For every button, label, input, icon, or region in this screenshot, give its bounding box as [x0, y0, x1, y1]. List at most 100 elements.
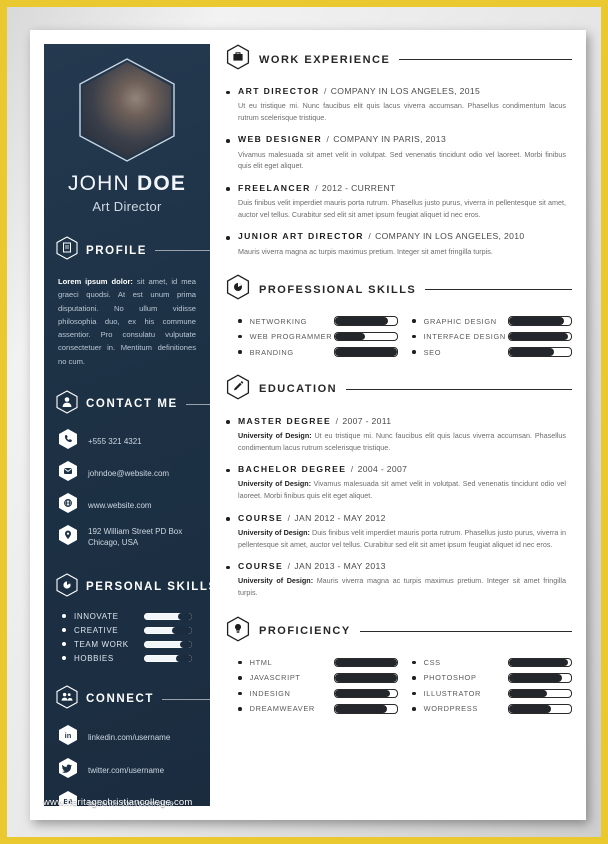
bullet-icon	[238, 660, 242, 665]
chart-icon	[56, 573, 78, 602]
phone-icon	[58, 428, 78, 455]
contact-item[interactable]: johndoe@website.com	[58, 461, 210, 487]
bullet-icon	[412, 334, 416, 339]
bullet-icon	[238, 676, 242, 680]
section-rule	[399, 58, 572, 61]
bullet-icon	[62, 628, 66, 633]
proficiency-progress-fill	[335, 705, 388, 713]
twitter-icon	[58, 757, 78, 784]
skill-progress-bar	[508, 347, 572, 357]
education-school: University of Design:	[238, 430, 312, 440]
bullet-icon	[62, 642, 66, 647]
education-entry: MASTER DEGREE / 2007 - 2011 University o…	[226, 416, 572, 453]
section-title-professional-skills: PROFESSIONAL SKILLS	[259, 283, 417, 296]
watermark: www.heritagechristiancollege.com	[43, 797, 193, 808]
section-title-profile: PROFILE	[86, 244, 148, 257]
professional-skill-item: GRAPHIC DESIGN	[412, 316, 572, 326]
proficiency-label: ILLUSTRATOR	[423, 688, 481, 698]
section-header-work-experience: WORK EXPERIENCE	[226, 44, 572, 75]
social-link-label: twitter.com/username	[88, 765, 165, 775]
contact-item[interactable]: www.website.com	[58, 493, 210, 519]
section-title-personal-skills: PERSONAL SKILLS	[86, 581, 210, 594]
name-first: JOHN	[67, 172, 130, 195]
section-title-education: EDUCATION	[259, 383, 338, 396]
proficiency-item: WORDPRESS	[412, 704, 572, 714]
work-entry: FREELANCER / 2012 - CURRENT Duis finibus…	[226, 183, 572, 220]
proficiency-item: DREAMWEAVER	[238, 704, 398, 714]
education-school: University of Design:	[238, 576, 314, 586]
skill-label: INNOVATE	[74, 611, 119, 621]
education-entry-degree: BACHELOR DEGREE	[238, 464, 347, 475]
professional-skill-item: NETWORKING	[238, 316, 398, 326]
sidebar: JOHN DOE Art Director PROFILE Lorem ipsu…	[44, 44, 210, 806]
svg-text:in: in	[65, 731, 72, 740]
social-link-linkedin[interactable]: in linkedin.com/username	[58, 724, 210, 751]
work-entry: WEB DESIGNER / COMPANY IN PARIS, 2013 Vi…	[226, 134, 572, 171]
work-entry-company: COMPANY IN LOS ANGELES, 2010	[375, 231, 525, 242]
bullet-icon	[412, 707, 416, 711]
separator: /	[287, 512, 290, 523]
section-education: EDUCATION MASTER DEGREE / 2007 - 2011 Un…	[226, 374, 572, 599]
contact-website: www.website.com	[88, 500, 152, 510]
bullet-icon	[238, 350, 242, 354]
proficiency-label: WORDPRESS	[423, 704, 478, 714]
section-work-experience: WORK EXPERIENCE ART DIRECTOR / COMPANY I…	[226, 44, 572, 257]
personal-skill-item: INNOVATE	[62, 612, 210, 621]
skill-progress-fill	[171, 626, 192, 634]
proficiency-progress-fill	[335, 674, 397, 682]
bullet-icon	[238, 707, 242, 711]
proficiency-progress-fill	[509, 705, 552, 713]
social-link-label: linkedin.com/username	[88, 732, 171, 742]
proficiency-progress-bar	[334, 704, 398, 714]
skill-label: WEB PROGRAMMER	[249, 332, 333, 342]
work-entry-description: Ut eu tristique mi. Nunc faucibus elit q…	[238, 101, 566, 122]
skill-progress-bar	[144, 654, 192, 662]
proficiency-item: JAVASCRIPT	[238, 673, 398, 683]
work-entry-role: WEB DESIGNER	[238, 134, 323, 145]
document-icon	[56, 236, 78, 265]
mail-icon	[58, 460, 78, 487]
skill-progress-bar	[334, 316, 398, 326]
section-rule	[185, 403, 210, 405]
contact-item[interactable]: +555 321 4321	[58, 429, 210, 455]
profile-lead: Lorem ipsum dolor:	[58, 277, 133, 286]
proficiency-progress-bar	[508, 657, 572, 668]
skill-progress-bar	[144, 612, 192, 620]
social-link-twitter[interactable]: twitter.com/username	[58, 757, 210, 784]
bullet-icon	[412, 350, 416, 354]
pie-chart-icon	[226, 274, 250, 305]
main-content: WORK EXPERIENCE ART DIRECTOR / COMPANY I…	[226, 44, 572, 806]
professional-skill-item: BRANDING	[238, 347, 398, 357]
section-proficiency: PROFICIENCY HTML CSS JAVASCRIPT PHOTOSHO…	[226, 616, 572, 714]
bullet-icon	[412, 660, 416, 665]
social-links-list: in linkedin.com/username twitter.com/use…	[44, 724, 210, 806]
proficiency-label: INDESIGN	[249, 688, 291, 698]
contact-item[interactable]: 192 William Street PD Box Chicago, USA	[58, 525, 210, 551]
linkedin-icon: in	[58, 724, 78, 751]
proficiency-item: INDESIGN	[238, 688, 398, 699]
bullet-icon	[238, 319, 242, 323]
personal-skill-item: TEAM WORK	[62, 640, 210, 649]
education-entry-degree: COURSE	[238, 512, 284, 523]
section-header-connect: CONNECT	[56, 685, 210, 714]
proficiency-progress-fill	[509, 674, 562, 682]
education-entry-header: COURSE / JAN 2012 - MAY 2012	[238, 513, 572, 524]
education-entry-header: MASTER DEGREE / 2007 - 2011	[238, 416, 572, 427]
education-entry-degree: COURSE	[238, 561, 284, 572]
bullet-icon	[62, 656, 66, 661]
separator: /	[315, 182, 318, 193]
resume-page: JOHN DOE Art Director PROFILE Lorem ipsu…	[30, 30, 586, 820]
education-entry-years: 2004 - 2007	[357, 464, 408, 475]
proficiency-grid: HTML CSS JAVASCRIPT PHOTOSHOP INDESIGN I…	[226, 657, 572, 714]
skill-label: TEAM WORK	[74, 639, 129, 649]
section-rule	[155, 250, 210, 251]
proficiency-label: JAVASCRIPT	[249, 673, 301, 683]
proficiency-label: DREAMWEAVER	[249, 704, 315, 714]
skill-progress-fill	[335, 317, 388, 325]
bullet-icon	[412, 319, 416, 323]
skill-progress-bar	[508, 331, 572, 342]
bullet-icon	[412, 676, 416, 680]
skill-progress-fill	[509, 332, 568, 341]
personal-skill-item: CREATIVE	[62, 626, 210, 635]
work-entry-header: WEB DESIGNER / COMPANY IN PARIS, 2013	[238, 134, 572, 145]
